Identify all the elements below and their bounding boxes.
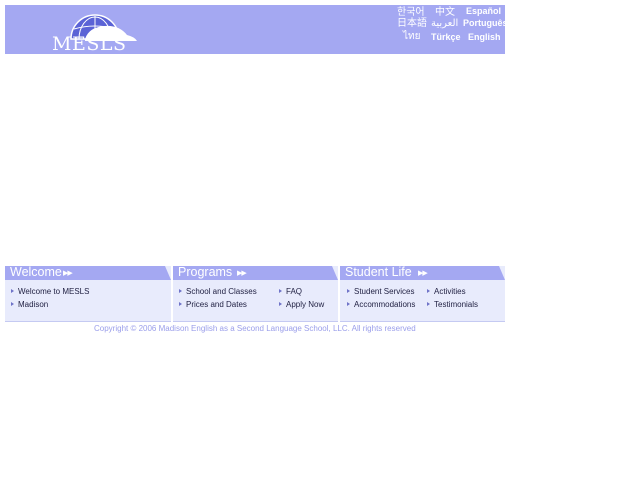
bullet-icon — [347, 289, 350, 293]
testimonials-link[interactable]: Testimonials — [427, 300, 478, 309]
site-header: MESLS 한국어 中文 Español 日本語 العربية Portugu… — [5, 5, 508, 55]
language-portuguese-link[interactable]: Português — [463, 18, 508, 29]
bullet-icon — [11, 302, 14, 306]
student-life-item-label: Activities — [434, 287, 466, 296]
language-turkish-link[interactable]: Türkçe — [431, 32, 461, 43]
student-life-item-label: Accommodations — [354, 300, 416, 309]
welcome-item-label: Welcome to MESLS — [18, 287, 90, 296]
student-life-tab[interactable]: Student Life ▶▶ — [340, 266, 505, 280]
student-services-link[interactable]: Student Services — [347, 287, 414, 296]
logo-text[interactable]: MESLS — [52, 33, 126, 55]
bullet-icon — [427, 302, 430, 306]
copyright-notice: Copyright © 2006 Madison English as a Se… — [94, 324, 416, 333]
welcome-tab[interactable]: Welcome ▶▶ — [5, 266, 171, 280]
programs-tab[interactable]: Programs ▶▶ — [173, 266, 338, 280]
welcome-panel: Welcome ▶▶ Welcome to MESLS Madison — [5, 266, 171, 322]
bullet-icon — [179, 289, 182, 293]
language-arabic-link[interactable]: العربية — [431, 18, 458, 29]
apply-now-link[interactable]: Apply Now — [279, 300, 324, 309]
language-thai-link[interactable]: ไทย — [403, 31, 420, 42]
activities-link[interactable]: Activities — [427, 287, 466, 296]
bullet-icon — [11, 289, 14, 293]
accommodations-link[interactable]: Accommodations — [347, 300, 415, 309]
welcome-title[interactable]: Welcome — [10, 265, 62, 279]
prices-and-dates-link[interactable]: Prices and Dates — [179, 300, 247, 309]
student-life-panel: Student Life ▶▶ Student Services Accommo… — [340, 266, 505, 322]
language-spanish-link[interactable]: Español — [466, 6, 501, 17]
bullet-icon — [427, 289, 430, 293]
language-english-link[interactable]: English — [468, 32, 501, 43]
student-life-item-label: Student Services — [354, 287, 415, 296]
programs-panel: Programs ▶▶ School and Classes Prices an… — [173, 266, 338, 322]
welcome-item-label: Madison — [18, 300, 49, 309]
double-arrow-icon: ▶▶ — [418, 270, 427, 277]
bullet-icon — [347, 302, 350, 306]
programs-item-label: FAQ — [286, 287, 303, 296]
bullet-icon — [279, 289, 282, 293]
language-korean-link[interactable]: 한국어 — [397, 7, 425, 18]
bullet-icon — [279, 302, 282, 306]
madison-link[interactable]: Madison — [11, 300, 48, 309]
programs-item-label: Prices and Dates — [186, 300, 247, 309]
programs-title[interactable]: Programs — [178, 265, 232, 279]
programs-item-label: Apply Now — [286, 300, 325, 309]
student-life-title[interactable]: Student Life — [345, 265, 412, 279]
faq-link[interactable]: FAQ — [279, 287, 302, 296]
school-and-classes-link[interactable]: School and Classes — [179, 287, 257, 296]
student-life-item-label: Testimonials — [434, 300, 479, 309]
double-arrow-icon: ▶▶ — [237, 270, 246, 277]
bullet-icon — [179, 302, 182, 306]
language-chinese-link[interactable]: 中文 — [435, 7, 455, 18]
welcome-to-mesls-link[interactable]: Welcome to MESLS — [11, 287, 89, 296]
programs-item-label: School and Classes — [186, 287, 257, 296]
language-japanese-link[interactable]: 日本語 — [397, 18, 427, 29]
double-arrow-icon: ▶▶ — [63, 270, 72, 277]
